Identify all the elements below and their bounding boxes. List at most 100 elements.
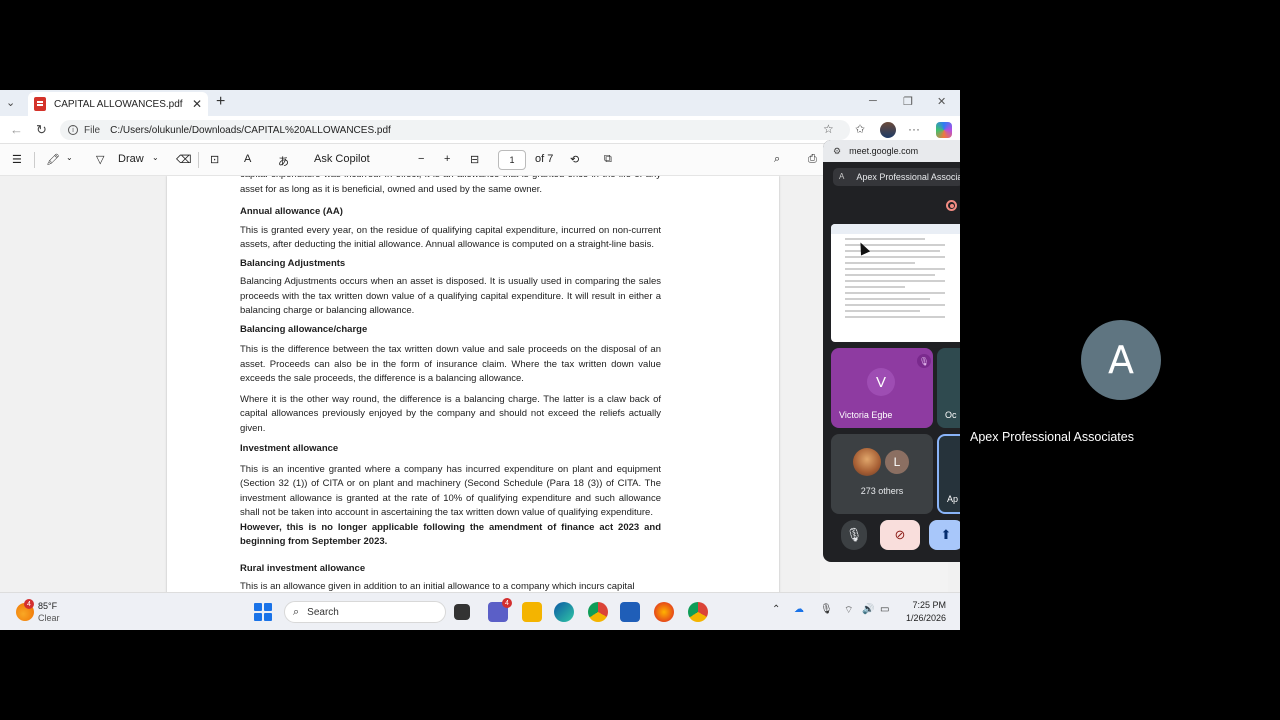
present-icon: ⬆	[940, 527, 952, 542]
meeting-name: Apex Professional Associates	[856, 172, 960, 182]
battery-icon[interactable]: ▭	[880, 604, 889, 615]
recording-icon	[946, 200, 957, 211]
refresh-icon[interactable]: ↻	[36, 122, 47, 138]
volume-icon[interactable]: 🔊	[862, 604, 874, 615]
draw-chevron-icon[interactable]: ⌄	[152, 153, 159, 162]
microphone-icon: 🎙	[845, 527, 863, 542]
ask-copilot-button[interactable]: Ask Copilot	[314, 153, 370, 165]
fit-page-icon[interactable]: ⊟	[470, 153, 479, 166]
more-menu-icon[interactable]: ···	[908, 122, 920, 136]
avatar	[853, 448, 881, 476]
weather-description: Clear	[38, 613, 60, 623]
favorite-star-icon[interactable]: ☆	[823, 122, 834, 136]
wifi-icon[interactable]: ⌔	[844, 604, 853, 617]
back-icon[interactable]: ←	[10, 122, 23, 137]
others-tile[interactable]: L 273 others	[831, 434, 933, 514]
store-icon[interactable]	[620, 602, 640, 622]
paragraph: This is the difference between the tax w…	[240, 344, 661, 384]
avatar: L	[883, 448, 911, 476]
read-aloud-icon[interactable]: A	[244, 153, 251, 165]
site-settings-icon[interactable]: ⚙	[833, 146, 841, 157]
paragraph: Where it is the other way round, the dif…	[240, 393, 661, 434]
info-icon: i	[68, 125, 78, 135]
tab-title: CAPITAL ALLOWANCES.pdf	[54, 98, 183, 110]
heading-balancing-allowance: Balancing allowance/charge	[240, 323, 368, 335]
rotate-icon[interactable]: ⟲	[570, 153, 579, 166]
translate-icon[interactable]: あ	[278, 153, 289, 169]
camera-off-button[interactable]: ⊘	[880, 520, 920, 550]
firefox-icon[interactable]	[654, 602, 674, 622]
chrome-profile-icon[interactable]	[688, 602, 708, 622]
highlight-chevron-icon[interactable]: ⌄	[66, 153, 73, 162]
restore-icon[interactable]: ❐	[903, 95, 913, 108]
teams-icon[interactable]: 4	[488, 598, 512, 622]
weather-badge: 4	[24, 599, 34, 609]
favorites-icon[interactable]: ✩	[855, 122, 865, 136]
draw-icon[interactable]: ▽	[96, 153, 104, 166]
copilot-icon[interactable]	[936, 122, 952, 138]
page-view-icon[interactable]: ⧉	[604, 153, 612, 166]
participant-name: Oc	[945, 410, 957, 420]
close-tab-icon[interactable]: ✕	[192, 97, 202, 111]
pdf-page: capital expenditure was incurred. In eff…	[167, 176, 779, 592]
url-scheme-label: File	[84, 124, 101, 136]
camera-off-icon: ⊘	[894, 527, 906, 542]
video-call-frame: ⌄ CAPITAL ALLOWANCES.pdf ✕ + ─ ❐ ✕ ← ↻ i…	[0, 0, 1280, 720]
participant-tile-victoria[interactable]: V 🎙 Victoria Egbe	[831, 348, 933, 428]
zoom-in-icon[interactable]: +	[444, 153, 450, 165]
browser-tab-bar: ⌄ CAPITAL ALLOWANCES.pdf ✕ + ─ ❐ ✕	[0, 90, 960, 116]
heading-rural-investment-allowance: Rural investment allowance	[240, 562, 366, 574]
minimize-icon[interactable]: ─	[869, 95, 877, 107]
onedrive-icon[interactable]: ☁	[794, 604, 804, 615]
pdf-toolbar: ☰ 🖍 ⌄ ▽ Draw ⌄ ⌫ ⊡ A あ Ask Copilot − + ⊟…	[0, 144, 960, 176]
participant-tile-self[interactable]: Ap	[937, 434, 960, 514]
tray-overflow-icon[interactable]: ⌃	[772, 604, 780, 615]
browser-tab[interactable]: CAPITAL ALLOWANCES.pdf ✕	[28, 92, 208, 116]
file-explorer-icon[interactable]	[522, 602, 542, 622]
mic-off-icon: 🎙	[917, 354, 931, 368]
tray-microphone-icon[interactable]: 🎙	[820, 604, 833, 615]
close-window-icon[interactable]: ✕	[937, 95, 946, 108]
clock-time: 7:25 PM	[912, 600, 946, 610]
text-box-icon[interactable]: ⊡	[210, 153, 219, 166]
system-clock[interactable]: 7:25 PM 1/26/2026	[902, 599, 946, 625]
paragraph: capital expenditure was incurred. In eff…	[240, 176, 661, 195]
shared-screen: ⌄ CAPITAL ALLOWANCES.pdf ✕ + ─ ❐ ✕ ← ↻ i…	[0, 90, 960, 630]
print-icon[interactable]: ⎙	[808, 153, 817, 166]
new-tab-button[interactable]: +	[216, 93, 225, 111]
microphone-button[interactable]: 🎙	[841, 520, 867, 550]
page-total-label: of 7	[535, 153, 554, 165]
participant-tile-partial[interactable]: Oc	[937, 348, 960, 428]
tab-list-chevron-icon[interactable]: ⌄	[6, 96, 20, 110]
pip-url-bar: ⚙ meet.google.com	[823, 140, 960, 162]
meet-pip-window[interactable]: ⚙ meet.google.com A Apex Professional As…	[823, 140, 960, 562]
task-view-icon[interactable]	[454, 604, 470, 620]
highlight-icon[interactable]: 🖍	[46, 153, 60, 166]
profile-avatar[interactable]	[880, 122, 896, 138]
participant-panel: A Apex Professional Associates	[960, 270, 1280, 450]
paragraph: Balancing Adjustments occurs when an ass…	[240, 276, 661, 316]
meeting-title-chip[interactable]: A Apex Professional Associates	[833, 168, 960, 186]
heading-balancing-adjustments: Balancing Adjustments	[240, 257, 346, 269]
edge-icon[interactable]	[554, 602, 574, 622]
contents-icon[interactable]: ☰	[12, 153, 22, 166]
taskbar-search[interactable]: ⌕ Search	[284, 601, 446, 623]
pdf-viewer[interactable]: capital expenditure was incurred. In eff…	[0, 176, 820, 592]
address-field[interactable]: i File C:/Users/olukunle/Downloads/CAPIT…	[60, 120, 850, 140]
windows-taskbar: 4 85°F Clear ⌕ Search 4 ⌃ ☁ 🎙 ⌔ 🔊 ▭ 7:25…	[0, 592, 960, 630]
start-button[interactable]	[254, 603, 272, 621]
address-bar-row: ← ↻ i File C:/Users/olukunle/Downloads/C…	[0, 116, 960, 144]
draw-button[interactable]: Draw	[118, 153, 144, 165]
document-text: capital expenditure was incurred. In eff…	[240, 176, 661, 592]
page-number-input[interactable]: 1	[498, 150, 526, 170]
search-icon[interactable]: ⌕	[774, 153, 780, 166]
paragraph: This is an incentive granted where a com…	[240, 463, 661, 519]
eraser-icon[interactable]: ⌫	[176, 153, 192, 166]
zoom-out-icon[interactable]: −	[418, 153, 424, 165]
search-icon: ⌕	[293, 605, 300, 618]
presentation-thumbnail[interactable]	[831, 224, 960, 342]
clock-date: 1/26/2026	[905, 613, 946, 623]
chrome-icon[interactable]	[588, 602, 608, 622]
present-button[interactable]: ⬆	[929, 520, 960, 550]
paragraph: This is an allowance given in addition t…	[240, 581, 635, 592]
